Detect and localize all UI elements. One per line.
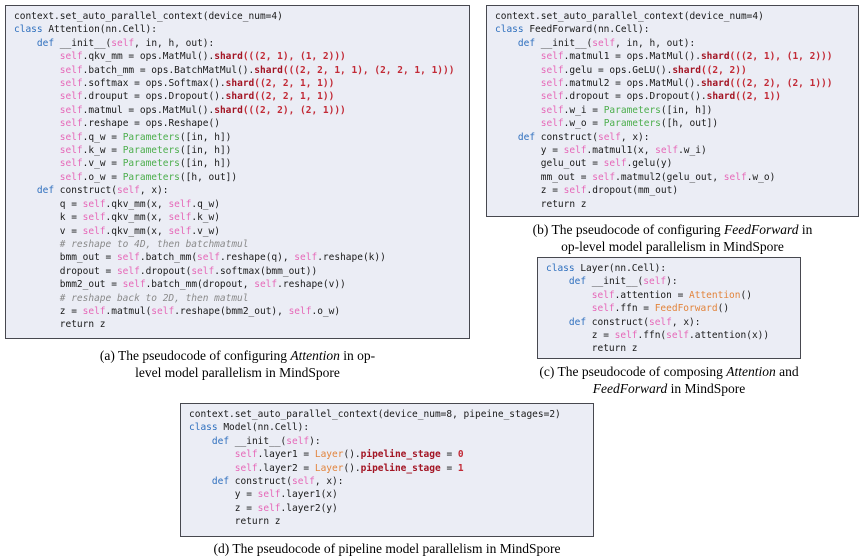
- code-line: def __init__(self):: [211, 435, 321, 447]
- code-line: bmm2_out = self.batch_mm(dropout, self.r…: [14, 279, 346, 291]
- code-line: z = self.matmul(self.reshape(bmm2_out), …: [14, 305, 341, 317]
- code-line: y = self.matmul1(x, self.w_i): [495, 145, 707, 157]
- code-line: def __init__(self):: [568, 276, 678, 288]
- caption-model: (d) The pseudocode of pipeline model par…: [180, 540, 594, 557]
- code-line: def construct(self, x):: [517, 131, 650, 143]
- code-line: z = self.ffn(self.attention(x)): [546, 330, 770, 342]
- code-line: self.layer2 = Layer().pipeline_stage = 1: [234, 462, 464, 474]
- caption-layer: (c) The pseudocode of composing Attentio…: [495, 363, 843, 397]
- code-line: def construct(self, x):: [568, 316, 701, 328]
- code-panel-feedforward: context.set_auto_parallel_context(device…: [486, 5, 859, 217]
- code-line: def construct(self, x):: [211, 476, 344, 488]
- code-line: self.dropout = ops.Dropout().shard((2, 1…: [540, 91, 782, 103]
- caption-line: FeedForward in MindSpore: [592, 381, 746, 396]
- code-line: self.softmax = ops.Softmax().shard((2, 2…: [59, 78, 335, 90]
- code-line: context.set_auto_parallel_context(device…: [189, 409, 561, 420]
- code-feedforward: context.set_auto_parallel_context(device…: [495, 10, 850, 211]
- code-line: # reshape back to 2D, then matmul: [14, 292, 249, 304]
- code-line: # reshape to 4D, then batchmatmul: [14, 238, 249, 250]
- code-line: z = self.dropout(mm_out): [495, 185, 679, 197]
- code-line: context.set_auto_parallel_context(device…: [14, 11, 283, 22]
- code-line: self.batch_mm = ops.BatchMatMul().shard(…: [59, 64, 455, 76]
- code-line: self.matmul2 = ops.MatMul().shard(((2, 2…: [540, 78, 833, 90]
- code-line: return z: [189, 516, 281, 528]
- code-layer: class Layer(nn.Cell): def __init__(self)…: [546, 262, 792, 356]
- code-line: self.q_w = Parameters([in, h]): [59, 131, 232, 143]
- code-line: self.gelu = ops.GeLU().shard((2, 2)): [540, 64, 747, 76]
- code-line: self.ffn = FeedForward(): [591, 303, 730, 315]
- caption-line: op-level model parallelism in MindSpore: [561, 239, 784, 254]
- code-line: self.reshape = ops.Reshape(): [59, 118, 220, 130]
- code-line: class Model(nn.Cell):: [189, 422, 310, 434]
- code-line: self.drouput = ops.Dropout().shard((2, 2…: [59, 91, 335, 103]
- code-line: class Attention(nn.Cell):: [14, 24, 157, 36]
- code-line: def __init__(self, in, h, out):: [36, 37, 215, 49]
- code-line: dropout = self.dropout(self.softmax(bmm_…: [14, 265, 318, 277]
- code-line: self.v_w = Parameters([in, h]): [59, 158, 232, 170]
- code-line: self.w_o = Parameters([h, out]): [540, 118, 719, 130]
- code-line: class Layer(nn.Cell):: [546, 263, 667, 274]
- code-line: return z: [495, 198, 587, 210]
- code-line: self.k_w = Parameters([in, h]): [59, 145, 232, 157]
- caption-line: (a) The pseudocode of configuring Attent…: [99, 348, 376, 363]
- caption-feedforward: (b) The pseudocode of configuring FeedFo…: [486, 221, 859, 255]
- code-panel-layer: class Layer(nn.Cell): def __init__(self)…: [537, 257, 801, 359]
- code-line: return z: [14, 319, 106, 331]
- code-line: class FeedForward(nn.Cell):: [495, 24, 650, 36]
- caption-line: level model parallelism in MindSpore: [135, 365, 340, 380]
- code-panel-attention: context.set_auto_parallel_context(device…: [5, 5, 470, 339]
- caption-line: (d) The pseudocode of pipeline model par…: [213, 541, 561, 556]
- code-line: mm_out = self.matmul2(gelu_out, self.w_o…: [495, 171, 776, 183]
- code-line: self.o_w = Parameters([h, out]): [59, 171, 238, 183]
- code-line: self.attention = Attention(): [591, 289, 752, 301]
- code-panel-model: context.set_auto_parallel_context(device…: [180, 403, 594, 537]
- code-line: def construct(self, x):: [36, 185, 169, 197]
- caption-attention: (a) The pseudocode of configuring Attent…: [5, 347, 470, 381]
- code-model: context.set_auto_parallel_context(device…: [189, 408, 585, 529]
- code-line: y = self.layer1(x): [189, 489, 338, 501]
- code-line: bmm_out = self.batch_mm(self.reshape(q),…: [14, 252, 386, 264]
- code-line: self.qkv_mm = ops.MatMul().shard(((2, 1)…: [59, 51, 346, 63]
- code-line: def __init__(self, in, h, out):: [517, 37, 696, 49]
- code-line: gelu_out = self.gelu(y): [495, 158, 673, 170]
- code-line: self.w_i = Parameters([in, h]): [540, 104, 713, 116]
- code-line: v = self.qkv_mm(x, self.v_w): [14, 225, 220, 237]
- figure-mindspore-parallelism: context.set_auto_parallel_context(device…: [0, 0, 864, 560]
- caption-line: (c) The pseudocode of composing Attentio…: [539, 364, 799, 379]
- code-line: q = self.qkv_mm(x, self.q_w): [14, 198, 220, 210]
- code-line: self.matmul = ops.MatMul().shard(((2, 2)…: [59, 104, 346, 116]
- code-line: context.set_auto_parallel_context(device…: [495, 11, 764, 22]
- code-line: k = self.qkv_mm(x, self.k_w): [14, 212, 220, 224]
- code-attention: context.set_auto_parallel_context(device…: [14, 10, 461, 332]
- code-line: z = self.layer2(y): [189, 502, 338, 514]
- code-line: self.layer1 = Layer().pipeline_stage = 0: [234, 449, 464, 461]
- code-line: return z: [546, 343, 638, 355]
- caption-line: (b) The pseudocode of configuring FeedFo…: [532, 222, 813, 237]
- code-line: self.matmul1 = ops.MatMul().shard(((2, 1…: [540, 51, 833, 63]
